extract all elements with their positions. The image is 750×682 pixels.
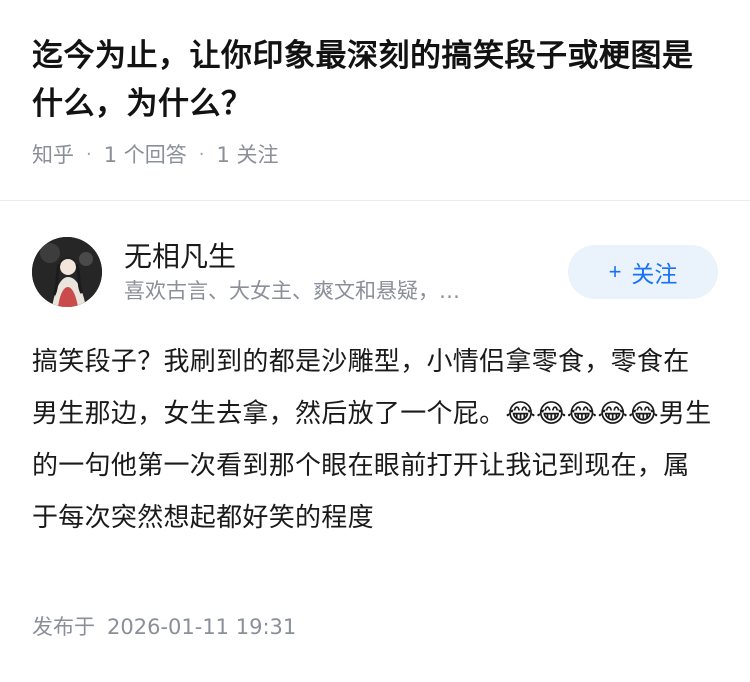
answer-content: 搞笑段子？我刷到的都是沙雕型，小情侣拿零食，零食在男生那边，女生去拿，然后放了一…: [32, 347, 712, 533]
separator-dot: ·: [198, 144, 205, 165]
follow-button[interactable]: + 关注: [568, 245, 718, 299]
source-label[interactable]: 知乎: [32, 140, 74, 170]
avatar[interactable]: [32, 237, 102, 307]
author-name[interactable]: 无相凡生: [124, 238, 556, 276]
divider: [0, 200, 750, 201]
answer-page: 迄今为止，让你印象最深刻的搞笑段子或梗图是什么，为什么？ 知乎 · 1 个回答 …: [0, 0, 750, 682]
follower-count[interactable]: 1 关注: [217, 140, 279, 170]
separator-dot: ·: [86, 144, 92, 165]
plus-icon: +: [608, 259, 622, 284]
publish-info: 发布于 2026-01-11 19:31: [32, 612, 296, 642]
publish-label: 发布于: [32, 615, 95, 639]
author-info: 无相凡生 喜欢古言、大女主、爽文和悬疑，…: [124, 238, 556, 306]
question-meta: 知乎 · 1 个回答 · 1 关注: [32, 140, 718, 170]
author-row: 无相凡生 喜欢古言、大女主、爽文和悬疑，… + 关注: [32, 234, 718, 310]
publish-time: 2026-01-11 19:31: [107, 615, 297, 639]
question-title[interactable]: 迄今为止，让你印象最深刻的搞笑段子或梗图是什么，为什么？: [32, 32, 718, 128]
answer-count[interactable]: 1 个回答: [104, 140, 187, 170]
question-header: 迄今为止，让你印象最深刻的搞笑段子或梗图是什么，为什么？ 知乎 · 1 个回答 …: [0, 0, 750, 170]
author-bio: 喜欢古言、大女主、爽文和悬疑，…: [124, 279, 460, 303]
follow-label: 关注: [631, 261, 678, 287]
